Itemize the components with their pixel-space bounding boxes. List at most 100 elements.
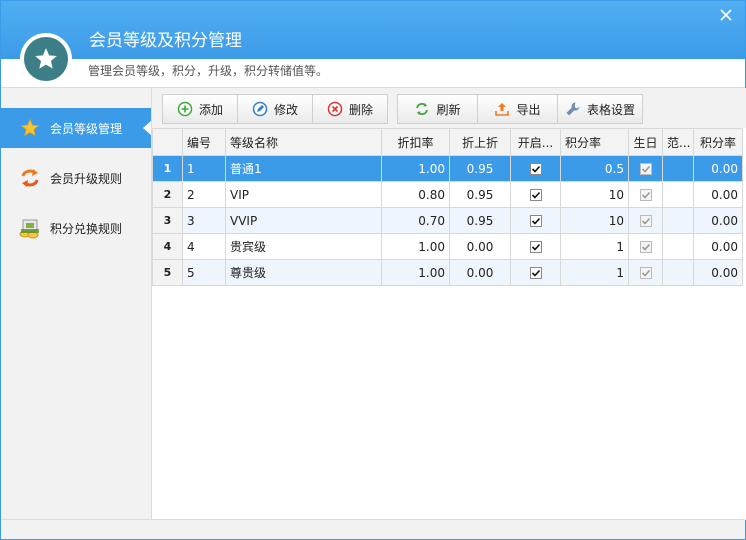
toolbar: 添加 修改 删除 刷新 导出 表格设置 (152, 88, 746, 128)
cell-birthday[interactable] (628, 181, 663, 208)
cell-points-rate[interactable]: 10 (560, 207, 629, 234)
wrench-icon (565, 101, 581, 117)
checkbox[interactable] (639, 267, 652, 279)
cell-points-rate-2[interactable]: 0.00 (693, 181, 743, 208)
level-table: 编号 等级名称 折扣率 折上折 开启... 积分率 生日 范... 积分率 11… (152, 128, 746, 520)
column-header-level-name[interactable]: 等级名称 (225, 128, 382, 156)
cell-birthday[interactable] (628, 259, 663, 286)
cell-level-name[interactable]: VVIP (225, 207, 382, 234)
column-header-birthday[interactable]: 生日 (628, 128, 663, 156)
cell-discount[interactable]: 1.00 (381, 155, 450, 182)
column-header-extra-discount[interactable]: 折上折 (449, 128, 511, 156)
export-button[interactable]: 导出 (478, 95, 558, 123)
cell-birthday[interactable] (628, 233, 663, 260)
table-settings-button[interactable]: 表格设置 (558, 95, 642, 123)
row-number: 1 (152, 155, 183, 182)
refresh-button-label: 刷新 (436, 102, 461, 117)
header: 会员等级及积分管理 管理会员等级，积分，升级，积分转储值等。 (1, 1, 745, 87)
cell-discount[interactable]: 0.80 (381, 181, 450, 208)
cell-points-rate-2[interactable]: 0.00 (693, 259, 743, 286)
export-icon (494, 101, 510, 117)
cell-extra-discount[interactable]: 0.95 (449, 181, 511, 208)
cell-points-rate[interactable]: 1 (560, 259, 629, 286)
close-button[interactable] (716, 5, 736, 25)
cell-id[interactable]: 3 (182, 207, 226, 234)
cell-range[interactable] (662, 181, 694, 208)
column-header-range[interactable]: 范... (662, 128, 694, 156)
cell-range[interactable] (662, 207, 694, 234)
cell-enabled[interactable] (510, 181, 561, 208)
star-logo-icon (24, 37, 68, 81)
table-row[interactable]: 4 4 贵宾级 1.00 0.00 1 0.00 (152, 233, 743, 260)
cell-points-rate-2[interactable]: 0.00 (693, 233, 743, 260)
delete-button[interactable]: 删除 (313, 95, 387, 123)
edit-button[interactable]: 修改 (238, 95, 313, 123)
column-header-enabled[interactable]: 开启... (510, 128, 561, 156)
cell-level-name[interactable]: VIP (225, 181, 382, 208)
sidebar-item-redeem-rules[interactable]: 积分兑换规则 (1, 208, 151, 248)
cell-extra-discount[interactable]: 0.00 (449, 233, 511, 260)
cell-enabled[interactable] (510, 259, 561, 286)
row-number-header (152, 128, 183, 156)
column-header-points-rate-2[interactable]: 积分率 (693, 128, 743, 156)
cell-level-name[interactable]: 尊贵级 (225, 259, 382, 286)
cell-birthday[interactable] (628, 155, 663, 182)
cell-birthday[interactable] (628, 207, 663, 234)
edit-button-label: 修改 (273, 102, 298, 117)
refresh-button[interactable]: 刷新 (398, 95, 478, 123)
cell-points-rate[interactable]: 1 (560, 233, 629, 260)
toolbar-group-data: 刷新 导出 表格设置 (397, 94, 643, 124)
table-row[interactable]: 3 3 VVIP 0.70 0.95 10 0.00 (152, 207, 743, 234)
cell-id[interactable]: 2 (182, 181, 226, 208)
checkbox[interactable] (529, 163, 542, 175)
delete-button-label: 删除 (348, 102, 373, 117)
cell-level-name[interactable]: 贵宾级 (225, 233, 382, 260)
sidebar-item-level-management[interactable]: 会员等级管理 (1, 108, 152, 148)
cell-id[interactable]: 4 (182, 233, 226, 260)
cell-points-rate-2[interactable]: 0.00 (693, 155, 743, 182)
cell-discount[interactable]: 1.00 (381, 259, 450, 286)
cell-points-rate[interactable]: 0.5 (560, 155, 629, 182)
edit-icon (252, 101, 268, 117)
cell-enabled[interactable] (510, 155, 561, 182)
cell-range[interactable] (662, 259, 694, 286)
checkbox[interactable] (639, 215, 652, 227)
cell-range[interactable] (662, 155, 694, 182)
add-button-label: 添加 (198, 102, 223, 117)
checkbox[interactable] (529, 267, 542, 279)
checkbox[interactable] (639, 163, 652, 175)
cell-extra-discount[interactable]: 0.00 (449, 259, 511, 286)
checkbox[interactable] (639, 189, 652, 201)
cell-discount[interactable]: 0.70 (381, 207, 450, 234)
sidebar-item-upgrade-rules[interactable]: 会员升级规则 (1, 158, 151, 198)
table-row[interactable]: 1 1 普通1 1.00 0.95 0.5 0.00 (152, 155, 743, 182)
row-number: 3 (152, 207, 183, 234)
cell-extra-discount[interactable]: 0.95 (449, 207, 511, 234)
column-header-id[interactable]: 编号 (182, 128, 226, 156)
cell-extra-discount[interactable]: 0.95 (449, 155, 511, 182)
checkbox[interactable] (639, 241, 652, 253)
export-button-label: 导出 (516, 102, 541, 117)
column-header-discount[interactable]: 折扣率 (381, 128, 450, 156)
window-subtitle: 管理会员等级，积分，升级，积分转储值等。 (88, 64, 329, 78)
cell-id[interactable]: 5 (182, 259, 226, 286)
cell-id[interactable]: 1 (182, 155, 226, 182)
cell-range[interactable] (662, 233, 694, 260)
column-header-points-rate[interactable]: 积分率 (560, 128, 629, 156)
cell-points-rate[interactable]: 10 (560, 181, 629, 208)
checkbox[interactable] (529, 215, 542, 227)
cell-enabled[interactable] (510, 233, 561, 260)
cell-points-rate-2[interactable]: 0.00 (693, 207, 743, 234)
checkbox[interactable] (529, 241, 542, 253)
cell-discount[interactable]: 1.00 (381, 233, 450, 260)
window-title: 会员等级及积分管理 (89, 31, 242, 51)
cell-enabled[interactable] (510, 207, 561, 234)
table-row[interactable]: 2 2 VIP 0.80 0.95 10 0.00 (152, 181, 743, 208)
table-row[interactable]: 5 5 尊贵级 1.00 0.00 1 0.00 (152, 259, 743, 286)
cell-level-name[interactable]: 普通1 (225, 155, 382, 182)
checkbox[interactable] (529, 189, 542, 201)
sidebar: 会员等级管理 会员升级规则 积分兑换规则 (1, 87, 152, 519)
add-button[interactable]: 添加 (163, 95, 238, 123)
table-header-row: 编号 等级名称 折扣率 折上折 开启... 积分率 生日 范... 积分率 (152, 128, 743, 156)
delete-icon (327, 101, 343, 117)
